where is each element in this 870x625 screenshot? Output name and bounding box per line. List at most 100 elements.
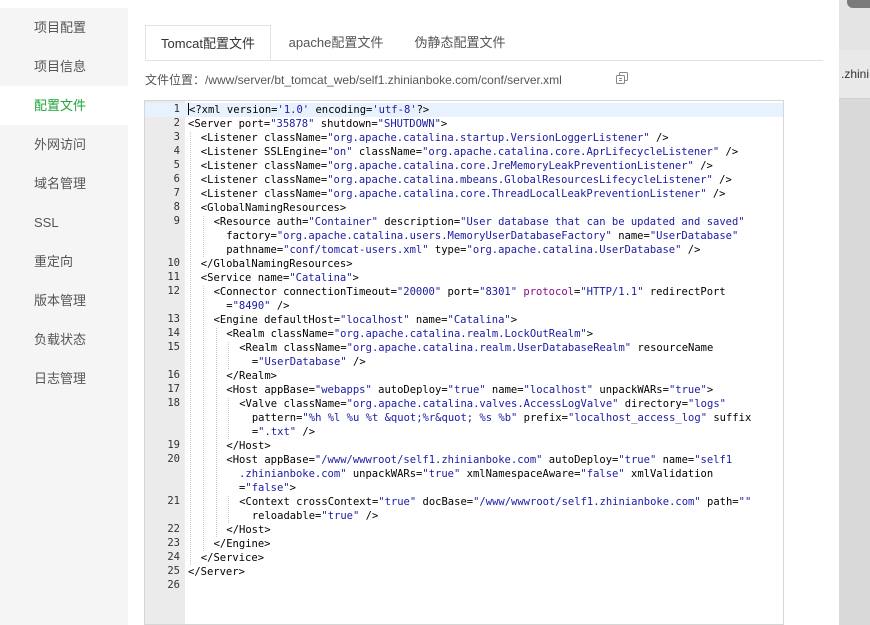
indent-guide xyxy=(190,188,191,201)
code-text: <Service name="Catalina"> xyxy=(200,272,359,284)
file-path: /www/server/bt_tomcat_web/self1.zhinianb… xyxy=(205,73,562,87)
code-text: <Listener className="org.apache.catalina… xyxy=(200,174,732,186)
sidebar-item-logs[interactable]: 日志管理 xyxy=(0,359,128,398)
code-line: 12 <Connector connectionTimeout="20000" p… xyxy=(145,285,783,313)
code-text: <Listener className="org.apache.catalina… xyxy=(200,160,713,172)
file-location-label: 文件位置： xyxy=(145,73,206,87)
indent-guide xyxy=(215,384,217,397)
indent-guide xyxy=(190,258,191,271)
line-number: 24 xyxy=(167,551,180,563)
indent-guide xyxy=(202,538,204,551)
code-text: </Engine> xyxy=(213,538,271,550)
background-text: .zhini xyxy=(841,67,870,81)
line-number: 2 xyxy=(173,117,180,129)
sidebar-item-load-status[interactable]: 负载状态 xyxy=(0,320,128,359)
indent-guide xyxy=(190,384,191,397)
indent-guide xyxy=(190,524,191,537)
indent-guide xyxy=(215,440,217,453)
code-line: 21 <Context crossContext="true" docBase="… xyxy=(145,495,783,523)
indent-guide xyxy=(202,440,204,453)
sidebar-item-version[interactable]: 版本管理 xyxy=(0,281,128,320)
indent-guide xyxy=(202,524,204,537)
code-line: 4 <Listener SSLEngine="on" className="org… xyxy=(145,145,783,159)
indent-guide xyxy=(190,146,191,159)
code-text: </Realm> xyxy=(226,370,277,382)
indent-guide xyxy=(190,328,191,341)
line-number: 7 xyxy=(173,187,180,199)
line-number: 14 xyxy=(167,327,180,339)
copy-icon[interactable] xyxy=(616,72,628,84)
code-line: 19 </Host> xyxy=(145,439,783,453)
code-text: <Listener SSLEngine="on" className="org.… xyxy=(200,146,739,158)
indent-guide xyxy=(202,454,204,495)
background-page: .zhini xyxy=(839,0,870,625)
code-text: <Host appBase="webapps" autoDeploy="true… xyxy=(226,384,714,396)
indent-guide xyxy=(190,174,191,187)
sidebar-item-project-info[interactable]: 项目信息 xyxy=(0,47,128,86)
code-text: <GlobalNamingResources> xyxy=(200,202,347,214)
indent-guide xyxy=(190,132,191,145)
line-number: 15 xyxy=(167,341,180,353)
line-number: 20 xyxy=(167,453,180,465)
indent-guide xyxy=(202,496,204,523)
code-line: 5 <Listener className="org.apache.catalin… xyxy=(145,159,783,173)
code-text: <Host appBase="/www/wwwroot/self1.zhinia… xyxy=(226,454,733,494)
config-tabs: Tomcat配置文件 apache配置文件 伪静态配置文件 xyxy=(145,25,823,61)
code-line: 22 </Host> xyxy=(145,523,783,537)
line-number: 17 xyxy=(167,383,180,395)
code-line: 13 <Engine defaultHost="localhost" name="… xyxy=(145,313,783,327)
line-number: 19 xyxy=(167,439,180,451)
line-number: 13 xyxy=(167,313,180,325)
code-text: <Resource auth="Container" description="… xyxy=(213,216,745,256)
line-number: 4 xyxy=(173,145,180,157)
indent-guide xyxy=(202,342,204,369)
line-number: 21 xyxy=(167,495,180,507)
indent-guide xyxy=(190,286,191,313)
background-close-bar xyxy=(847,0,870,8)
code-line: 8 <GlobalNamingResources> xyxy=(145,201,783,215)
code-text: <Engine defaultHost="localhost" name="Ca… xyxy=(213,314,518,326)
indent-guide xyxy=(190,440,191,453)
code-text: <Server port="35878" shutdown="SHUTDOWN"… xyxy=(188,118,448,130)
sidebar-item-domain[interactable]: 域名管理 xyxy=(0,164,128,203)
indent-guide xyxy=(190,398,191,439)
code-line: 9 <Resource auth="Container" description=… xyxy=(145,215,783,257)
tab-rewrite-config[interactable]: 伪静态配置文件 xyxy=(403,25,517,60)
sidebar-item-redirect[interactable]: 重定向 xyxy=(0,242,128,281)
indent-guide xyxy=(202,216,204,257)
sidebar-item-ssl[interactable]: SSL xyxy=(0,203,128,242)
code-text: <Valve className="org.apache.catalina.va… xyxy=(239,398,752,438)
code-line: 25 </Server> xyxy=(145,565,783,579)
code-line: 18 <Valve className="org.apache.catalina.… xyxy=(145,397,783,439)
code-text: <Realm className="org.apache.catalina.re… xyxy=(226,328,594,340)
indent-guide xyxy=(202,384,204,397)
code-text: </Server> xyxy=(188,566,245,578)
indent-guide xyxy=(228,496,230,523)
code-text: </Host> xyxy=(226,440,271,452)
indent-guide xyxy=(190,538,191,551)
code-line: 2 <Server port="35878" shutdown="SHUTDOWN… xyxy=(145,117,783,131)
indent-guide xyxy=(202,314,204,327)
line-number: 26 xyxy=(167,579,180,591)
indent-guide xyxy=(215,370,217,383)
code-line: 23 </Engine> xyxy=(145,537,783,551)
code-editor[interactable]: 1 <?xml version='1.0' encoding='utf-8'?> 2… xyxy=(144,100,784,625)
indent-guide xyxy=(190,454,191,495)
sidebar: 项目配置 项目信息 配置文件 外网访问 域名管理 SSL 重定向 版本管理 负载状态 日志管理 xyxy=(0,8,128,625)
code-text: <?xml version='1.0' encoding='utf-8'?> xyxy=(188,103,430,116)
sidebar-item-external-access[interactable]: 外网访问 xyxy=(0,125,128,164)
code-text: </GlobalNamingResources> xyxy=(200,258,353,270)
code-line: 11 <Service name="Catalina"> xyxy=(145,271,783,285)
indent-guide xyxy=(190,202,191,215)
line-number: 10 xyxy=(167,257,180,269)
code-line: 6 <Listener className="org.apache.catalin… xyxy=(145,173,783,187)
tab-apache-config[interactable]: apache配置文件 xyxy=(277,25,395,60)
tab-tomcat-config[interactable]: Tomcat配置文件 xyxy=(145,25,271,60)
code-line: 17 <Host appBase="webapps" autoDeploy="tr… xyxy=(145,383,783,397)
sidebar-item-project-config[interactable]: 项目配置 xyxy=(0,8,128,47)
line-number: 22 xyxy=(167,523,180,535)
indent-guide xyxy=(190,496,191,523)
code-line: 24 </Service> xyxy=(145,551,783,565)
code-line: 20 <Host appBase="/www/wwwroot/self1.zhin… xyxy=(145,453,783,495)
sidebar-item-config-file[interactable]: 配置文件 xyxy=(0,86,128,125)
